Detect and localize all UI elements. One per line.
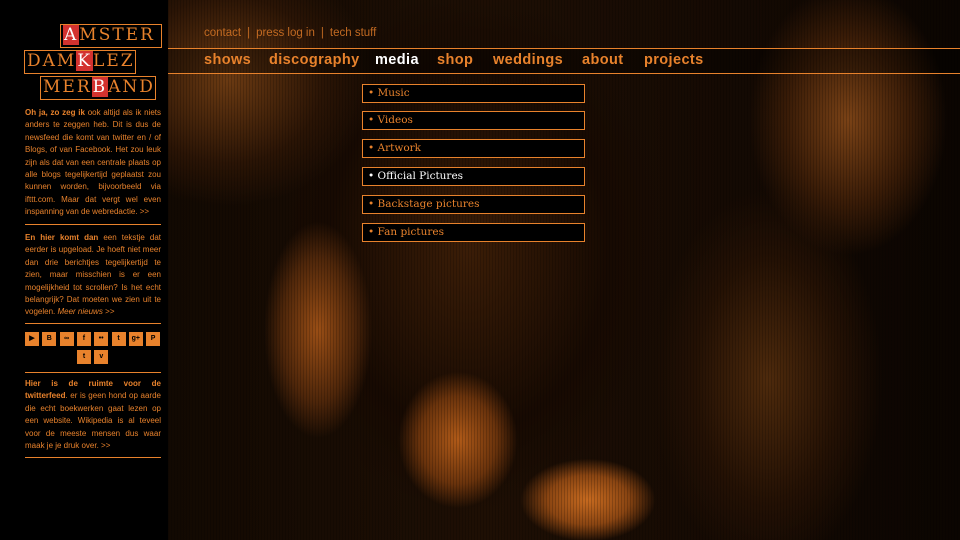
logo-row-1: AMSTER xyxy=(60,24,162,48)
logo-letter-b: B xyxy=(91,77,109,97)
logo-letter-a: A xyxy=(63,25,80,45)
google-plus-icon[interactable]: g+ xyxy=(128,332,143,346)
vimeo-icon[interactable]: v xyxy=(94,350,109,364)
youtube-icon[interactable]: ▶ xyxy=(25,332,39,346)
nav-discography[interactable]: discography xyxy=(269,52,360,68)
band-logo[interactable]: AMSTER DAMKLEZ MERBAND xyxy=(24,24,162,100)
divider xyxy=(25,224,161,225)
news-text: ook altijd als ik niets anders te zeggen… xyxy=(25,108,161,217)
divider xyxy=(25,457,161,458)
logo-text: MSTER xyxy=(79,25,155,45)
separator: | xyxy=(320,27,324,39)
background-photo xyxy=(168,0,960,540)
facebook-icon[interactable]: f xyxy=(76,332,91,346)
main-nav: shows discography media shop weddings ab… xyxy=(168,48,960,74)
nav-shows[interactable]: shows xyxy=(204,52,251,68)
flickr-icon[interactable]: •• xyxy=(94,332,109,346)
nav-shop[interactable]: shop xyxy=(437,52,473,68)
menu-item-artwork[interactable]: • Artwork xyxy=(362,139,585,158)
nav-about[interactable]: about xyxy=(582,52,623,68)
blogger-icon[interactable]: B xyxy=(42,332,57,346)
news-item-2[interactable]: En hier komt dan een tekstje dat eerder … xyxy=(25,232,161,319)
logo-letter-k: K xyxy=(76,51,94,71)
logo-text: MER xyxy=(43,77,92,97)
contact-link[interactable]: contact xyxy=(204,27,241,39)
news-item-1[interactable]: Oh ja, zo zeg ik ook altijd als ik niets… xyxy=(25,107,161,219)
menu-item-official-pictures[interactable]: • Official Pictures xyxy=(362,167,585,186)
top-links: contact | press log in | tech stuff xyxy=(204,27,376,39)
logo-text: DAM xyxy=(27,51,77,71)
separator: | xyxy=(247,27,251,39)
divider xyxy=(25,372,161,373)
more-news-link[interactable]: Meer nieuws >> xyxy=(57,307,114,316)
nav-media[interactable]: media xyxy=(375,52,419,68)
nav-projects[interactable]: projects xyxy=(644,52,704,68)
lastfm-icon[interactable]: ∞ xyxy=(59,332,74,346)
divider xyxy=(25,323,161,324)
twitter-icon[interactable]: t xyxy=(77,350,91,364)
news-heading: Oh ja, zo zeg ik xyxy=(25,108,85,117)
logo-row-2: DAMKLEZ xyxy=(24,50,136,74)
twitter-feed[interactable]: Hier is de ruimte voor de twitterfeed. e… xyxy=(25,378,161,452)
pinterest-icon[interactable]: P xyxy=(146,332,161,346)
menu-item-music[interactable]: • Music xyxy=(362,84,585,103)
menu-item-fan-pictures[interactable]: • Fan pictures xyxy=(362,223,585,242)
logo-text: AND xyxy=(108,77,155,97)
news-heading: En hier komt dan xyxy=(25,233,99,242)
tumblr-icon[interactable]: t xyxy=(111,332,126,346)
sidebar: AMSTER DAMKLEZ MERBAND Oh ja, zo zeg ik … xyxy=(0,0,168,540)
tech-stuff-link[interactable]: tech stuff xyxy=(330,27,376,39)
logo-text: LEZ xyxy=(93,51,135,71)
menu-item-videos[interactable]: • Videos xyxy=(362,111,585,130)
press-login-link[interactable]: press log in xyxy=(256,27,315,39)
logo-row-3: MERBAND xyxy=(40,76,156,100)
news-text: een tekstje dat eerder is upgeload. Je h… xyxy=(25,233,161,317)
menu-item-backstage-pictures[interactable]: • Backstage pictures xyxy=(362,195,585,214)
nav-weddings[interactable]: weddings xyxy=(493,52,563,68)
